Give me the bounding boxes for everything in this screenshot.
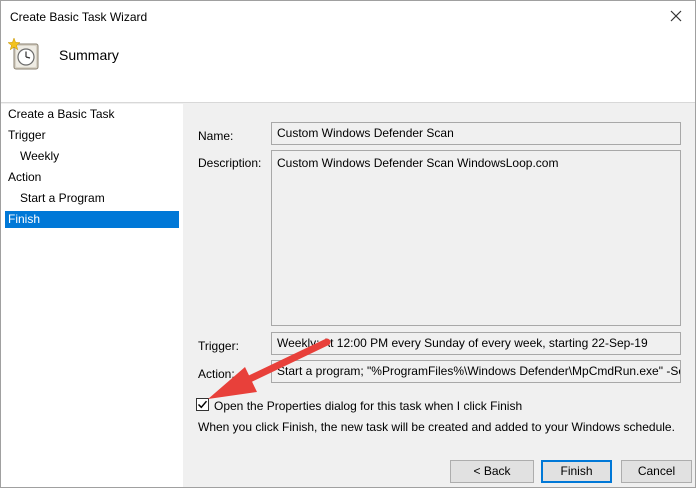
action-label: Action: <box>198 367 235 381</box>
step-start-a-program: Start a Program <box>20 191 105 205</box>
title-bar: Create Basic Task Wizard <box>1 1 695 32</box>
step-weekly: Weekly <box>20 149 60 163</box>
description-label: Description: <box>198 156 262 170</box>
window-title: Create Basic Task Wizard <box>10 10 148 24</box>
open-properties-checkbox[interactable] <box>196 398 209 411</box>
checkmark-icon <box>197 400 208 409</box>
trigger-field[interactable]: Weekly; At 12:00 PM every Sunday of ever… <box>271 332 681 355</box>
cancel-button[interactable]: Cancel <box>621 460 692 483</box>
wizard-window: Create Basic Task Wizard Summary Create … <box>0 0 696 488</box>
step-finish: Finish <box>5 211 179 228</box>
task-scheduler-clock-icon <box>7 37 39 70</box>
page-title: Summary <box>59 47 119 63</box>
close-icon[interactable] <box>667 7 685 25</box>
wizard-header: Summary <box>1 32 695 103</box>
action-field[interactable]: Start a program; "%ProgramFiles%\Windows… <box>271 360 681 383</box>
step-trigger: Trigger <box>8 128 46 142</box>
finish-info-text: When you click Finish, the new task will… <box>198 420 675 434</box>
name-label: Name: <box>198 129 234 143</box>
name-field[interactable]: Custom Windows Defender Scan <box>271 122 681 145</box>
back-button[interactable]: < Back <box>450 460 534 483</box>
step-action: Action <box>8 170 42 184</box>
trigger-label: Trigger: <box>198 339 239 353</box>
description-field[interactable]: Custom Windows Defender Scan WindowsLoop… <box>271 150 681 326</box>
step-create-basic-task: Create a Basic Task <box>8 107 115 121</box>
wizard-steps: Create a Basic Task Trigger Weekly Actio… <box>1 104 183 487</box>
finish-button[interactable]: Finish <box>541 460 612 483</box>
open-properties-label[interactable]: Open the Properties dialog for this task… <box>214 399 522 413</box>
